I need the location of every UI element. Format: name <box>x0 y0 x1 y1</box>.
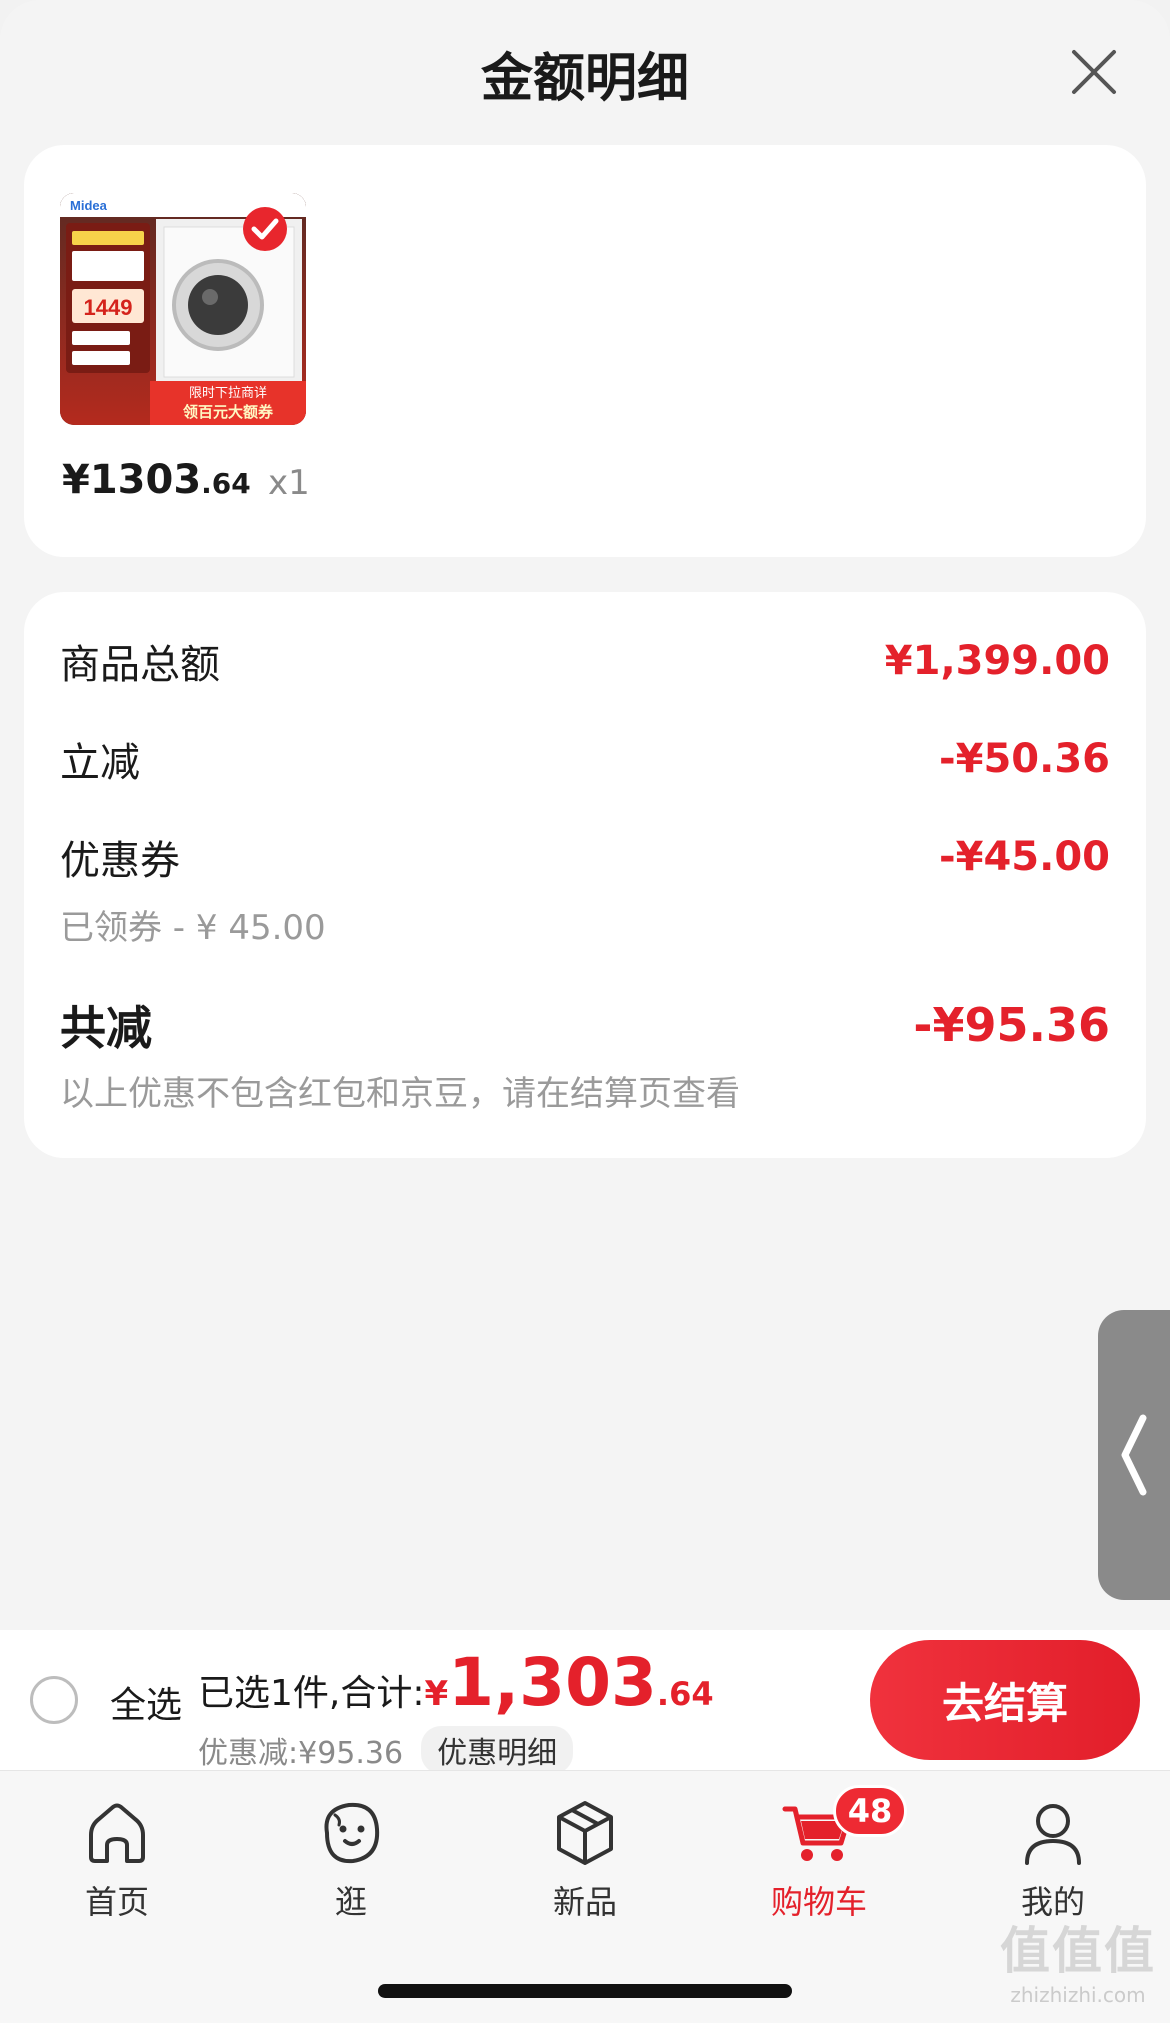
tab-home-label: 首页 <box>84 1883 149 1921</box>
selected-count-text: 已选1件,合计: <box>198 1673 425 1714</box>
coupon-value: -¥45.00 <box>939 834 1110 880</box>
discount-line: 优惠减:¥95.36 优惠明细 <box>198 1726 574 1774</box>
banner-text: 限时下拉商详 <box>189 386 267 401</box>
tab-new[interactable]: 新品 <box>505 1795 665 1923</box>
close-icon[interactable] <box>1068 46 1120 98</box>
home-icon <box>89 1803 145 1863</box>
discount-note: 以上优惠不包含红包和京豆，请在结算页查看 <box>60 1074 740 1114</box>
row-coupon: 优惠券 -¥45.00 <box>60 828 1110 886</box>
brand-text: Midea <box>70 198 108 213</box>
product-thumbnail[interactable]: Midea 1449 限时下拉商详 领百元大额券 <box>60 193 306 425</box>
product-price-decimal: .64 <box>201 467 251 500</box>
price-detail-card: 商品总额 ¥1,399.00 立减 -¥50.36 优惠券 -¥45.00 已领… <box>24 592 1146 1158</box>
product-card: Midea 1449 限时下拉商详 领百元大额券 ¥1303 .64 x1 <box>24 145 1146 557</box>
home-indicator[interactable] <box>378 1984 792 1998</box>
tab-new-label: 新品 <box>552 1883 617 1921</box>
checkout-button[interactable]: 去结算 <box>870 1640 1140 1760</box>
instant-discount-value: -¥50.36 <box>939 736 1110 782</box>
coupon-text: 领百元大额券 <box>182 403 274 421</box>
instant-discount-label: 立减 <box>60 740 140 786</box>
coupon-claimed-note: 已领券 - ¥ 45.00 <box>60 908 326 948</box>
order-summary: 已选1件,合计: ¥ 1,303 .64 <box>198 1644 714 1721</box>
total-amount-main: 1,303 <box>448 1644 657 1721</box>
goods-total-value: ¥1,399.00 <box>884 638 1110 684</box>
product-price-main: ¥1303 <box>62 457 202 503</box>
discount-detail-link[interactable]: 优惠明细 <box>421 1726 574 1774</box>
user-icon <box>1025 1804 1081 1865</box>
watermark: 值值值 zhizhizhi.com <box>1000 1911 1156 2007</box>
face-icon <box>324 1802 380 1864</box>
tab-me[interactable]: 我的 <box>973 1795 1133 1923</box>
amount-detail-sheet: 金额明细 Midea 1449 限时下拉商详 领百元大额券 ¥1303 .64 … <box>0 0 1170 1630</box>
tab-browse[interactable]: 逛 <box>271 1795 431 1923</box>
product-price: ¥1303 .64 <box>62 457 251 507</box>
box-icon <box>557 1801 613 1865</box>
select-all-radio[interactable] <box>30 1676 78 1724</box>
tab-browse-label: 逛 <box>334 1883 367 1921</box>
checkout-bar: 全选 已选1件,合计: ¥ 1,303 .64 优惠减:¥95.36 优惠明细 … <box>0 1630 1170 1774</box>
chevron-left-icon <box>1121 1414 1147 1496</box>
cart-count-badge: 48 <box>833 1785 907 1837</box>
sheet-title: 金额明细 <box>480 49 689 109</box>
total-currency: ¥ <box>424 1674 449 1714</box>
tab-home[interactable]: 首页 <box>37 1795 197 1923</box>
washing-machine-image: Midea 1449 限时下拉商详 领百元大额券 <box>60 193 306 425</box>
discount-amount-text: 优惠减:¥95.36 <box>198 1736 404 1771</box>
promo-price-text: 1449 <box>84 295 133 320</box>
product-quantity: x1 <box>268 463 310 503</box>
tab-cart[interactable]: 购物车 48 <box>739 1785 907 1923</box>
row-total-discount: 共减 -¥95.36 <box>60 992 1110 1058</box>
total-discount-value: -¥95.36 <box>913 998 1110 1052</box>
row-goods-total: 商品总额 ¥1,399.00 <box>60 632 1110 690</box>
total-discount-label: 共减 <box>60 1001 152 1055</box>
side-expand-tab[interactable] <box>1098 1310 1170 1600</box>
row-instant-discount: 立减 -¥50.36 <box>60 730 1110 788</box>
watermark-logo: 值值值 <box>1000 1922 1156 1980</box>
watermark-site: zhizhizhi.com <box>1010 1983 1146 2007</box>
select-all-label[interactable]: 全选 <box>110 1676 182 1728</box>
goods-total-label: 商品总额 <box>60 642 220 688</box>
total-amount-decimal: .64 <box>656 1675 714 1713</box>
coupon-label: 优惠券 <box>60 838 180 884</box>
tab-cart-label: 购物车 <box>770 1883 867 1921</box>
